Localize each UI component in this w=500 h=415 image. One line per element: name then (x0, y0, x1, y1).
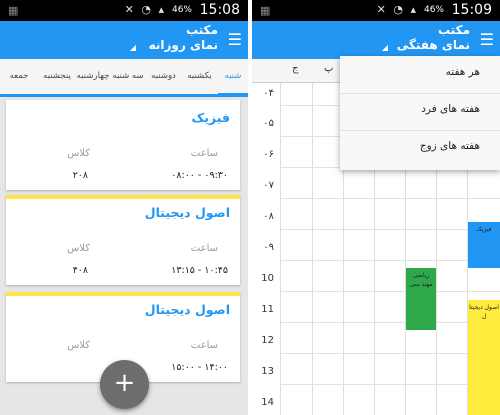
hour-label: 11 (261, 304, 274, 315)
add-class-button[interactable]: + (100, 360, 149, 409)
app-bar: ☰ مکتب نمای هفتگی ◢ (252, 21, 500, 59)
weekly-view-screen: ▦ ✕ ◔ ▴ 46% 15:09 ☰ مکتب نمای هفتگی ◢ ج … (252, 0, 500, 415)
menu-icon[interactable]: ☰ (480, 30, 494, 49)
tab-tuesday[interactable]: سه شنبه (110, 59, 146, 96)
time-label: ساعت (190, 340, 218, 351)
grid-line (280, 83, 281, 415)
hour-label: ۰۹ (263, 242, 274, 253)
schedule-block[interactable]: ریاضی مهند سی (406, 268, 436, 330)
class-label: کلاس (67, 340, 90, 351)
tab-thursday[interactable]: پنجشنبه (38, 59, 76, 96)
hour-label: 10 (261, 273, 274, 284)
dropdown-caret-icon[interactable]: ◢ (382, 43, 388, 52)
signal-icons: ✕ ◔ ▴ (376, 3, 418, 16)
hour-label: ۰۸ (263, 211, 274, 222)
day-header: پ (324, 63, 334, 74)
tab-saturday[interactable]: شنبه (218, 59, 248, 96)
room-value: ۲۰۸ (72, 170, 88, 181)
class-card[interactable]: فیزیک ساعت کلاس ۰۸:۰۰ - ۰۹:۳۰ ۲۰۸ (6, 100, 240, 190)
clock: 15:08 (199, 2, 240, 18)
daily-view-screen: ▦ ✕ ◔ ▴ 46% 15:08 ☰ مکتب نمای روزانه ◢ ش… (0, 0, 248, 415)
hour-label: 13 (261, 366, 274, 377)
notification-icon: ▦ (8, 4, 19, 17)
time-value: ۱۳:۱۵ - ۱۰:۴۵ (171, 265, 228, 276)
time-value: ۱۵:۰۰ - ۱۴:۰۰ (171, 362, 228, 373)
tab-sunday[interactable]: یکشنبه (181, 59, 218, 96)
grid-line (280, 291, 500, 292)
grid-line (280, 384, 500, 385)
tab-monday[interactable]: دوشنبه (146, 59, 181, 96)
dropdown-caret-icon[interactable]: ◢ (130, 43, 136, 52)
tab-indicator-bar (0, 94, 248, 97)
battery-percent: 46% (423, 5, 444, 15)
course-title: فیزیک (191, 110, 230, 125)
schedule-block[interactable]: فیزیک (468, 222, 500, 268)
hour-label: ۰۷ (263, 180, 274, 191)
room-value: ۴۰۸ (72, 265, 88, 276)
day-tabs: شنبه یکشنبه دوشنبه سه شنبه چهارشنبه پنجش… (0, 59, 248, 96)
status-bar: ▦ ✕ ◔ ▴ 46% 15:09 (252, 0, 500, 21)
view-selector[interactable]: نمای هفتگی (397, 38, 470, 52)
clock: 15:09 (451, 2, 492, 18)
menu-icon[interactable]: ☰ (228, 30, 242, 49)
class-card[interactable]: اصول دیجیتال ساعت کلاس ۱۳:۱۵ - ۱۰:۴۵ ۴۰۸ (6, 195, 240, 285)
hour-label: 12 (261, 335, 274, 346)
time-label: ساعت (190, 148, 218, 159)
menu-divider (340, 130, 500, 131)
app-title: مکتب (185, 23, 218, 37)
grid-line (280, 260, 500, 261)
menu-item-even-weeks[interactable]: هفته های زوج (420, 140, 480, 152)
week-filter-menu: هر هفته هفته های فرد هفته های زوج (340, 56, 500, 170)
grid-line (312, 83, 313, 415)
hour-label: 14 (261, 397, 274, 408)
hour-label: ۰۵ (263, 118, 274, 129)
time-value: ۰۸:۰۰ - ۰۹:۳۰ (171, 170, 228, 181)
status-bar: ▦ ✕ ◔ ▴ 46% 15:08 (0, 0, 248, 21)
class-label: کلاس (67, 148, 90, 159)
app-bar: ☰ مکتب نمای روزانه ◢ (0, 21, 248, 59)
battery-percent: 46% (171, 5, 192, 15)
course-title: اصول دیجیتال (144, 302, 230, 317)
course-title: اصول دیجیتال (144, 205, 230, 220)
signal-icons: ✕ ◔ ▴ (124, 3, 166, 16)
day-header: ج (292, 63, 299, 74)
app-title: مکتب (437, 23, 470, 37)
schedule-block[interactable]: اصول دیجیتا ل (468, 300, 500, 415)
grid-line (280, 229, 500, 230)
grid-line (280, 353, 500, 354)
menu-item-odd-weeks[interactable]: هفته های فرد (421, 103, 480, 115)
hour-label: ۰۴ (263, 88, 274, 99)
menu-divider (340, 93, 500, 94)
time-label: ساعت (190, 243, 218, 254)
notification-icon: ▦ (260, 4, 271, 17)
tab-friday[interactable]: جمعه (4, 59, 34, 96)
view-selector[interactable]: نمای روزانه (149, 38, 218, 52)
tab-wednesday[interactable]: چهارشنبه (76, 59, 110, 96)
class-label: کلاس (67, 243, 90, 254)
grid-line (280, 198, 500, 199)
hour-label: ۰۶ (263, 149, 274, 160)
grid-line (280, 322, 500, 323)
menu-item-every-week[interactable]: هر هفته (446, 66, 480, 78)
